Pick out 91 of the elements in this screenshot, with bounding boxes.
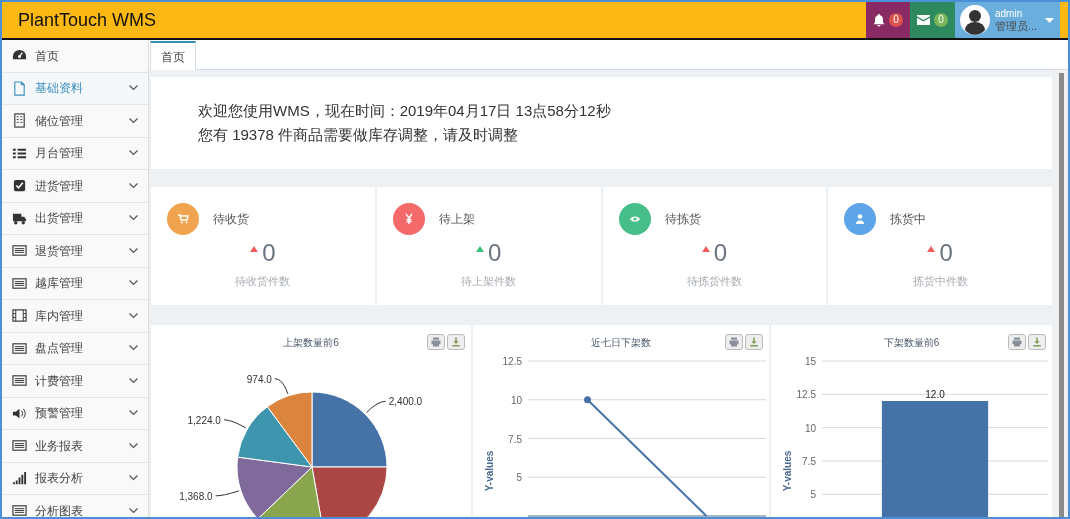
sidebar-item[interactable]: 预警管理 <box>2 397 148 430</box>
chart-title: 上架数量前6 <box>282 335 340 350</box>
stat-value: 0 <box>487 239 502 267</box>
download-button[interactable] <box>1028 334 1046 350</box>
axis-tick-label: 5 <box>810 489 816 501</box>
data-label: 1,368.0 <box>179 490 213 502</box>
stat-value: 0 <box>713 239 728 267</box>
film-icon <box>12 308 27 324</box>
sidebar-item[interactable]: 储位管理 <box>2 105 148 138</box>
download-icon <box>1031 336 1043 348</box>
axis-tick-label: 12.5 <box>796 389 816 401</box>
chart-title: 近七日下架数 <box>590 335 652 350</box>
notification-count-badge: 0 <box>889 13 903 27</box>
sidebar-item[interactable]: 进货管理 <box>2 170 148 203</box>
sidebar-item[interactable]: 首页 <box>2 40 148 73</box>
welcome-text: 您有 19378 件商品需要做库存调整，请及时调整 <box>198 125 520 145</box>
sidebar-item[interactable]: 退货管理 <box>2 235 148 268</box>
data-label: 2,400.0 <box>388 396 423 408</box>
table-icon <box>12 438 27 454</box>
user-icon <box>854 213 867 225</box>
leader-line <box>365 400 387 414</box>
user-menu[interactable]: admin 管理员... <box>955 2 1060 38</box>
stat-value: 0 <box>939 239 953 267</box>
printer-icon <box>728 336 740 348</box>
stat-caption: 拣货中件数 <box>911 274 969 289</box>
print-button[interactable] <box>427 334 445 350</box>
bell-icon <box>873 13 886 27</box>
stat-title: 拣货中 <box>890 211 927 228</box>
leader-line <box>215 490 240 497</box>
bar-chart-icon <box>12 470 27 486</box>
sidebar-item[interactable]: 分析图表 <box>2 495 148 517</box>
axis-tick-label: 10 <box>510 394 522 406</box>
sidebar-item[interactable]: 越库管理 <box>2 267 148 300</box>
notifications-button[interactable]: 0 <box>866 2 910 38</box>
stat-caption: 待收货件数 <box>234 274 292 289</box>
checkbox-icon <box>12 178 27 194</box>
axis-tick-label: 7.5 <box>802 456 816 467</box>
print-button[interactable] <box>725 334 743 350</box>
sidebar-item[interactable]: 月台管理 <box>2 137 148 170</box>
table-icon <box>12 243 27 259</box>
download-icon <box>450 336 462 348</box>
welcome-text: 欢迎您使用WMS，现在时间：2019年04月17日 13点58分12秒 <box>198 101 612 121</box>
sidebar-item[interactable]: 盘点管理 <box>2 332 148 365</box>
leader-line <box>223 419 247 429</box>
leader-line <box>274 378 289 395</box>
sidebar-item[interactable]: 计费管理 <box>2 365 148 398</box>
avatar-icon <box>960 5 990 35</box>
app-title: PlantTouch WMS <box>17 8 158 32</box>
axis-tick-label: 5 <box>516 472 522 484</box>
sidebar-item[interactable]: 业务报表 <box>2 430 148 463</box>
message-count-badge: 0 <box>934 13 948 27</box>
cart-icon <box>177 213 189 225</box>
user-name: admin <box>995 8 1024 20</box>
stat-title: 待收货 <box>213 211 249 228</box>
stat-caption: 待拣货件数 <box>685 274 743 289</box>
download-button[interactable] <box>745 334 763 350</box>
scrollbar[interactable] <box>1054 70 1068 517</box>
axis-tick-label: 12.5 <box>502 356 522 367</box>
stat-title: 待拣货 <box>664 211 701 228</box>
print-button[interactable] <box>1008 334 1026 350</box>
table-icon <box>12 275 27 291</box>
tab[interactable]: 首页 <box>150 41 196 70</box>
chart-title: 下架数量前6 <box>882 335 941 350</box>
axis-tick-label: 7.5 <box>508 433 522 445</box>
caret-icon <box>1045 17 1054 23</box>
sidebar-item[interactable]: 出货管理 <box>2 202 148 235</box>
data-label: 1,224.0 <box>187 414 221 426</box>
stat-title: 待上架 <box>438 211 475 228</box>
building-icon <box>12 113 27 129</box>
sidebar-item[interactable]: 库内管理 <box>2 300 148 333</box>
envelope-icon <box>917 15 931 25</box>
data-label: 12.0 <box>925 389 945 400</box>
document-icon <box>12 80 27 96</box>
table-icon <box>12 373 27 389</box>
printer-icon <box>430 336 442 348</box>
download-icon <box>748 336 760 348</box>
stat-value: 0 <box>262 239 276 267</box>
user-role: 管理员... <box>995 20 1038 32</box>
eye-icon <box>628 213 641 225</box>
sidebar-item[interactable]: 基础资料 <box>2 72 148 105</box>
axis-title: Y-values <box>484 450 495 492</box>
axis-title: Y-values <box>782 450 793 492</box>
axis-tick-label: 10 <box>804 422 816 434</box>
sidebar-item[interactable]: 报表分析 <box>2 462 148 495</box>
table-icon <box>12 340 27 356</box>
download-button[interactable] <box>447 334 465 350</box>
stat-caption: 待上架件数 <box>460 274 518 289</box>
data-label: 974.0 <box>246 373 272 385</box>
axis-tick-label: 15 <box>804 356 816 367</box>
printer-icon <box>1011 336 1023 348</box>
table-icon <box>12 503 27 517</box>
